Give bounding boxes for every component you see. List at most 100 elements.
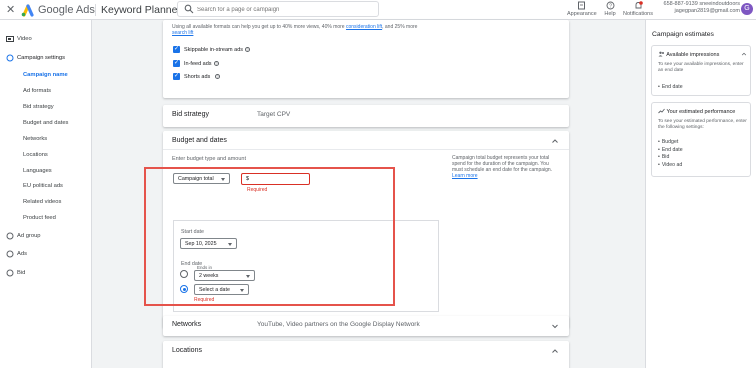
ad-formats-card: Using all available formats can help you…	[163, 20, 569, 98]
help-icon[interactable]: ?	[245, 47, 250, 52]
card-title-text: Your estimated performance	[666, 109, 736, 115]
section-title: Locations	[172, 347, 202, 354]
sidebar-label: Campaign settings	[17, 55, 66, 61]
learn-more-link[interactable]: Learn more	[452, 173, 478, 179]
divider	[163, 149, 569, 150]
sidebar-sub-bid-strategy[interactable]: Bid strategy	[23, 104, 54, 110]
appearance-label: Appearance	[567, 11, 597, 17]
sidebar-item-ad-group[interactable]: Ad group	[0, 229, 92, 243]
close-button[interactable]: ✕	[6, 3, 15, 16]
help-icon: ?	[606, 1, 614, 10]
budget-info-text: Campaign total budget represents your to…	[452, 155, 553, 173]
notifications-label: Notifications	[623, 11, 653, 17]
section-title: Bid strategy	[172, 111, 209, 118]
brand-name: Google Ads	[38, 4, 95, 16]
sidebar-item-campaign-settings[interactable]: Campaign settings	[0, 51, 92, 65]
budget-info: Campaign total budget represents your to…	[452, 155, 554, 179]
performance-card: Your estimated performance To see your e…	[651, 102, 751, 177]
top-bar: ✕ Google Ads Keyword Planner Appearance …	[0, 0, 756, 20]
search-input[interactable]	[197, 4, 372, 15]
sidebar-sub-eu-political-ads[interactable]: EU political ads	[23, 183, 63, 189]
card-body: To see your available impressions, enter…	[658, 62, 744, 73]
sidebar-label: Bid	[17, 270, 26, 276]
google-ads-logo	[21, 4, 34, 17]
list-item: End date	[658, 147, 683, 155]
bell-icon	[635, 1, 643, 9]
budget-type-label: Enter budget type and amount	[172, 156, 246, 162]
bid-strategy-card[interactable]: Bid strategy Target CPV	[163, 105, 569, 127]
trend-icon	[658, 108, 665, 114]
section-value: YouTube, Video partners on the Google Di…	[257, 321, 420, 328]
sidebar-sub-languages[interactable]: Languages	[23, 168, 52, 174]
card-title-text: Available impressions	[666, 52, 720, 58]
list-item: Bid	[658, 154, 683, 162]
card-title: Your estimated performance	[658, 108, 735, 115]
appearance-icon	[577, 1, 585, 10]
search-lift-link[interactable]: search lift	[172, 30, 193, 36]
sidebar-item-ads[interactable]: Ads	[0, 247, 92, 261]
consideration-lift-link[interactable]: consideration lift	[346, 24, 382, 30]
sidebar-sub-ad-formats[interactable]: Ad formats	[23, 88, 51, 94]
missing-settings-list: End date	[658, 84, 683, 92]
chevron-up-icon[interactable]	[741, 51, 747, 57]
chevron-up-icon[interactable]	[551, 347, 559, 355]
appearance-button[interactable]: Appearance	[567, 0, 597, 17]
locations-card[interactable]: Locations	[163, 341, 569, 368]
skippable-checkbox[interactable]: ✓	[173, 46, 180, 53]
sidebar: Video Campaign settings Campaign name Ad…	[0, 20, 92, 368]
account-info[interactable]: 658-887-9139 sneeindoutdoors jagegpan281…	[656, 1, 740, 15]
checkbox-label: Skippable in-stream ads	[184, 47, 244, 53]
sidebar-sub-budget-and-dates[interactable]: Budget and dates	[23, 120, 68, 126]
circle-icon	[6, 269, 14, 277]
list-item: End date	[658, 84, 683, 92]
impressions-card: Available impressions To see your availa…	[651, 45, 751, 96]
checkbox-label: Shorts ads	[184, 74, 211, 80]
help-icon[interactable]: ?	[215, 74, 220, 79]
help-button[interactable]: ? Help	[602, 0, 618, 17]
campaign-estimates-panel: Campaign estimates Available impressions…	[645, 20, 756, 368]
search-icon	[184, 4, 194, 14]
in-feed-checkbox[interactable]: ✓	[173, 60, 180, 67]
sidebar-sub-locations[interactable]: Locations	[23, 152, 48, 158]
sidebar-sub-networks[interactable]: Networks	[23, 136, 47, 142]
sidebar-label: Video	[17, 36, 32, 42]
section-value: Target CPV	[257, 111, 291, 118]
sidebar-sub-related-videos[interactable]: Related videos	[23, 199, 61, 205]
info-text: Using all available formats can help you…	[172, 24, 346, 30]
search-box[interactable]	[177, 1, 379, 17]
list-item: Budget	[658, 139, 683, 147]
account-email: jagegpan2819@gmail.com	[674, 8, 740, 14]
sidebar-sub-campaign-name[interactable]: Campaign name	[23, 72, 68, 78]
notifications-button[interactable]: Notifications	[622, 0, 654, 17]
circle-icon	[6, 54, 14, 62]
chevron-up-icon[interactable]	[551, 137, 559, 145]
section-title: Networks	[172, 321, 202, 328]
shorts-checkbox[interactable]: ✓	[173, 73, 180, 80]
info-text: , and 25% more	[382, 24, 418, 30]
people-icon	[658, 51, 664, 57]
highlight-box	[144, 167, 395, 306]
sidebar-item-video[interactable]: Video	[0, 32, 92, 46]
card-title: Available impressions	[658, 51, 719, 58]
help-icon[interactable]: ?	[214, 61, 219, 66]
list-item: Video ad	[658, 162, 683, 170]
missing-settings-list: Budget End date Bid Video ad	[658, 139, 683, 169]
video-icon	[6, 36, 14, 42]
divider	[95, 4, 96, 16]
panel-title: Campaign estimates	[652, 31, 714, 38]
sidebar-item-bid[interactable]: Bid	[0, 266, 92, 280]
circle-icon	[6, 232, 14, 240]
chevron-down-icon[interactable]	[551, 322, 559, 330]
tool-title: Keyword Planner	[101, 4, 181, 16]
section-title: Budget and dates	[172, 137, 227, 144]
help-label: Help	[604, 11, 616, 17]
card-body: To see your estimated performance, enter…	[658, 119, 747, 130]
sidebar-sub-product-feed[interactable]: Product feed	[23, 215, 56, 221]
circle-icon	[6, 250, 14, 258]
sidebar-label: Ads	[17, 251, 27, 257]
account-id: 658-887-9139 sneeindoutdoors	[663, 1, 740, 7]
avatar[interactable]: G	[741, 3, 753, 15]
networks-card[interactable]: Networks YouTube, Video partners on the …	[163, 316, 569, 336]
sidebar-label: Ad group	[17, 233, 41, 239]
checkbox-label: In-feed ads	[184, 61, 212, 67]
